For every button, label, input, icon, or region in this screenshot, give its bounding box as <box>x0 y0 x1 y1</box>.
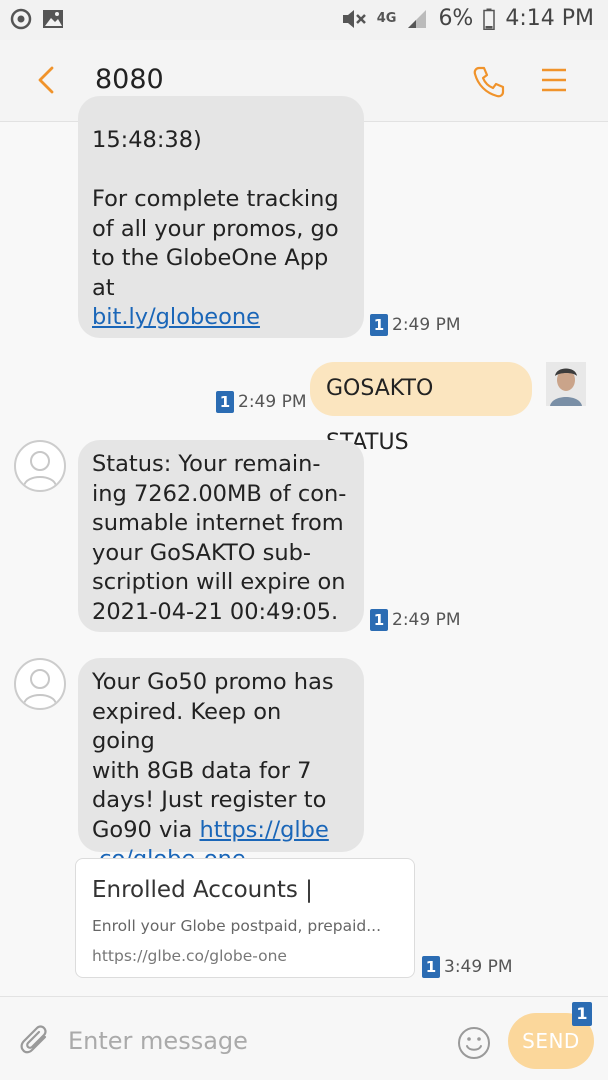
my-avatar[interactable] <box>546 362 586 406</box>
person-icon <box>23 451 57 487</box>
mute-icon <box>342 9 366 28</box>
person-icon <box>23 669 57 705</box>
link-preview-card[interactable]: Enrolled Accounts | Enroll your Globe po… <box>75 858 415 978</box>
message-line: Go90 via <box>92 816 200 843</box>
battery-percent: 6% <box>438 6 474 31</box>
message-line: scription will expire on <box>92 569 346 595</box>
emoji-icon[interactable] <box>456 1025 492 1061</box>
message-line: 15:48:38) <box>92 127 202 153</box>
message-link[interactable]: bit.ly/globeone <box>92 304 260 330</box>
profile-photo-icon <box>546 362 586 406</box>
status-right-icons: 4G 6% 4:14 PM <box>341 6 594 31</box>
message-line: your GoSAKTO sub- <box>92 539 312 566</box>
sim-badge: 1 <box>370 314 388 336</box>
message-bubble-incoming[interactable]: 15:48:38) For complete tracking of all y… <box>78 96 364 338</box>
message-line: of all your promos, go <box>92 215 339 242</box>
message-link[interactable]: https://glbe <box>200 817 329 843</box>
message-bubble-outgoing[interactable]: GOSAKTO STATUS <box>310 362 532 455</box>
back-arrow-icon[interactable] <box>30 62 66 98</box>
message-line: Status: Your remain- <box>92 451 321 477</box>
message-line: expired. Keep on going <box>92 698 282 755</box>
message-line: sumable internet from <box>92 510 344 536</box>
message-time: 2:49 PM <box>392 315 461 335</box>
paperclip-icon[interactable] <box>18 1023 54 1059</box>
message-composer: Enter message SEND <box>0 996 608 1080</box>
message-input[interactable]: Enter message <box>68 1027 248 1055</box>
message-meta: 1 2:49 PM <box>370 314 461 336</box>
image-icon <box>43 10 63 28</box>
sim-badge: 1 <box>370 609 388 631</box>
send-sim-badge: 1 <box>572 1002 592 1026</box>
message-line: Your Go50 promo has <box>92 669 334 695</box>
network-type: 4G <box>376 11 397 26</box>
message-line: days! Just register to <box>92 787 327 813</box>
link-preview-title: Enrolled Accounts | <box>92 877 313 903</box>
status-left-icons <box>10 8 64 30</box>
message-line: 2021-04-21 00:49:05. <box>92 598 339 625</box>
message-line: to the GlobeOne App at <box>92 245 329 301</box>
link-preview-url: https://glbe.co/globe-one <box>92 947 287 965</box>
sim-badge: 1 <box>216 391 234 413</box>
sim-badge: 1 <box>422 956 440 978</box>
signal-icon <box>408 9 427 28</box>
message-line: with 8GB data for 7 <box>92 757 312 784</box>
status-time: 4:14 PM <box>505 6 594 31</box>
message-line <box>92 156 350 186</box>
phone-call-icon[interactable] <box>470 64 506 100</box>
contact-avatar[interactable] <box>14 440 66 492</box>
media-playing-icon <box>10 8 32 30</box>
message-meta: 1 3:49 PM <box>422 956 513 978</box>
message-meta: 1 2:49 PM <box>370 609 461 631</box>
message-bubble-incoming[interactable]: Status: Your remain- ing 7262.00MB of co… <box>78 440 364 632</box>
message-time: 2:49 PM <box>392 610 461 630</box>
message-line: ing 7262.00MB of con- <box>92 480 347 507</box>
message-line: For complete tracking <box>92 186 339 212</box>
battery-icon <box>483 8 496 30</box>
message-bubble-incoming[interactable]: Your Go50 promo has expired. Keep on goi… <box>78 658 364 872</box>
message-time: 3:49 PM <box>444 957 513 977</box>
conversation-title: 8080 <box>95 64 164 95</box>
message-meta: 1 2:49 PM <box>216 391 307 413</box>
message-time: 2:49 PM <box>238 392 307 412</box>
contact-avatar[interactable] <box>14 658 66 710</box>
status-bar: 4G 6% 4:14 PM <box>0 0 608 40</box>
menu-icon[interactable] <box>538 64 570 96</box>
link-preview-description: Enroll your Globe postpaid, prepaid... <box>92 917 382 935</box>
